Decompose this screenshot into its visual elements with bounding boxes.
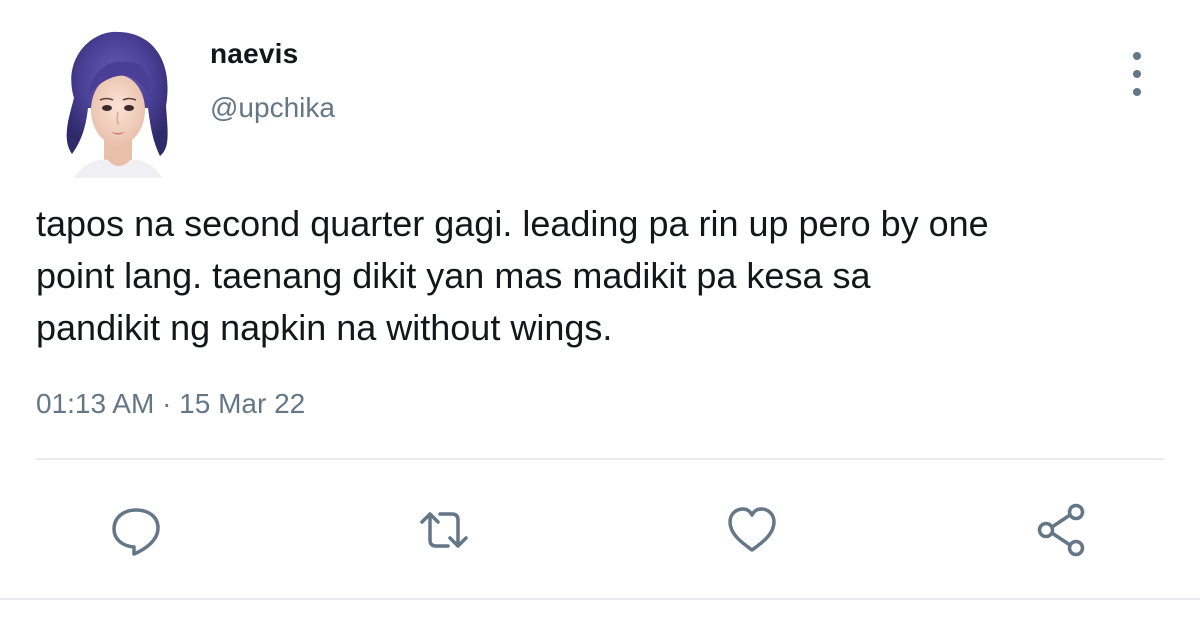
user-handle[interactable]: @upchika bbox=[210, 92, 335, 124]
more-vertical-icon bbox=[1133, 52, 1141, 60]
more-vertical-icon-dot bbox=[1133, 88, 1141, 96]
tweet-card: naevis @upchika tapos na second quarter … bbox=[0, 0, 1200, 618]
heart-icon bbox=[728, 507, 776, 552]
speech-bubble-icon bbox=[112, 508, 160, 556]
display-name[interactable]: naevis bbox=[210, 38, 298, 70]
divider bbox=[36, 458, 1164, 460]
share-button[interactable] bbox=[1032, 500, 1092, 560]
tweet-text: tapos na second quarter gagi. leading pa… bbox=[36, 203, 989, 348]
bottom-divider bbox=[0, 598, 1200, 600]
avatar-image bbox=[66, 31, 168, 178]
retweet-button[interactable] bbox=[414, 500, 474, 560]
more-options-button[interactable] bbox=[1122, 52, 1152, 96]
retweet-arrows-icon bbox=[420, 512, 468, 548]
more-vertical-icon-dot bbox=[1133, 70, 1141, 78]
reply-button[interactable] bbox=[106, 500, 166, 560]
avatar[interactable] bbox=[52, 28, 180, 178]
like-button[interactable] bbox=[722, 500, 782, 560]
tweet-timestamp[interactable]: 01:13 AM · 15 Mar 22 bbox=[36, 388, 305, 420]
share-nodes-icon bbox=[1037, 503, 1085, 557]
